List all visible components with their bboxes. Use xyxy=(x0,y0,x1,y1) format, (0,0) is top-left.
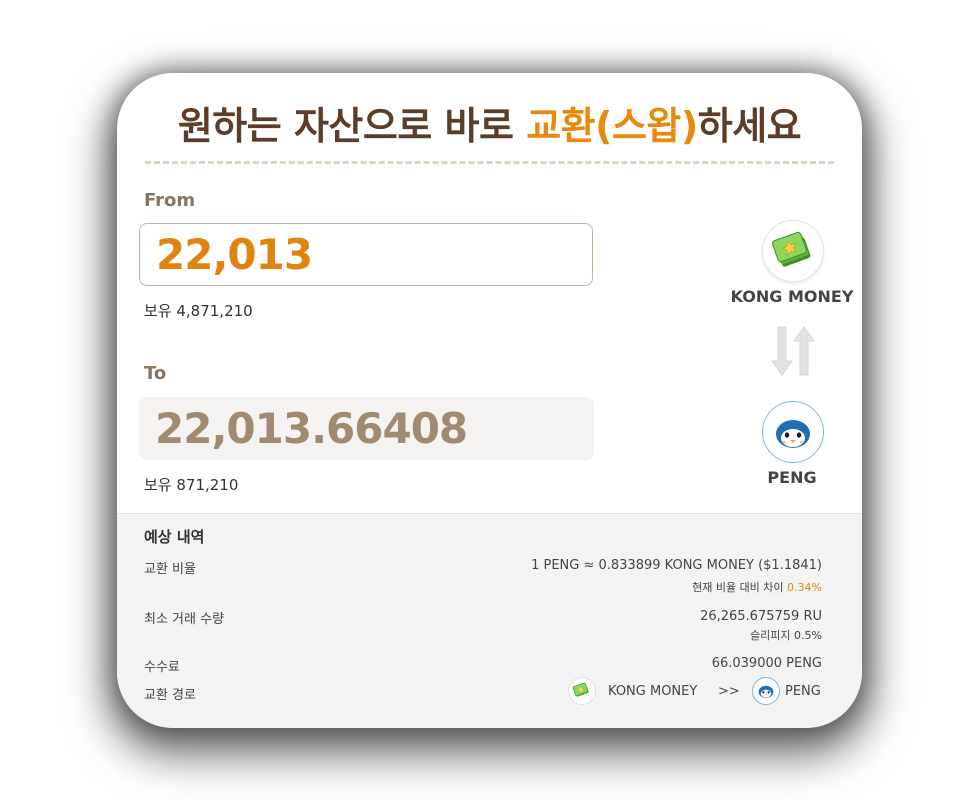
money-stack-icon xyxy=(771,231,811,267)
route-to-icon xyxy=(752,677,780,705)
route-from-name: KONG MONEY xyxy=(608,684,698,699)
route-label: 교환 경로 xyxy=(144,688,196,703)
from-token-name: KONG MONEY xyxy=(730,287,854,306)
penguin-icon xyxy=(758,685,774,698)
route-separator: >> xyxy=(718,684,740,699)
penguin-icon xyxy=(776,420,810,448)
rate-diff: 현재 비율 대비 차이 0.34% xyxy=(692,579,822,595)
to-amount-value: 22,013.66408 xyxy=(155,404,468,453)
route-from-icon xyxy=(568,677,596,705)
estimate-summary: 예상 내역 교환 비율 1 PENG ≈ 0.833899 KONG MONEY… xyxy=(117,513,862,728)
to-label: To xyxy=(144,363,167,384)
from-balance: 보유 4,871,210 xyxy=(144,302,253,320)
route-to-name: PENG xyxy=(785,684,821,699)
rate-diff-label: 현재 비율 대비 차이 xyxy=(692,581,788,594)
to-token-button[interactable] xyxy=(762,401,824,463)
rate-diff-pct: 0.34% xyxy=(787,581,822,594)
from-label: From xyxy=(144,190,196,211)
from-amount-value: 22,013 xyxy=(156,230,313,279)
money-stack-icon xyxy=(572,682,589,697)
to-amount-field: 22,013.66408 xyxy=(139,397,594,460)
slippage-value: 슬리피지 0.5% xyxy=(750,629,822,642)
min-amount-value: 26,265.675759 RU xyxy=(700,609,822,624)
to-balance: 보유 871,210 xyxy=(144,476,239,494)
title-accent: 교환(스왑) xyxy=(526,104,698,148)
fee-value: 66.039000 PENG xyxy=(711,656,822,671)
to-token-name: PENG xyxy=(767,468,817,487)
page-title: 원하는 자산으로 바로 교환(스왑)하세요 xyxy=(117,95,862,150)
swap-card: 원하는 자산으로 바로 교환(스왑)하세요 From 22,013 보유 4,8… xyxy=(117,73,862,728)
swap-arrows-icon[interactable] xyxy=(770,325,816,377)
fee-label: 수수료 xyxy=(144,660,180,675)
dashed-divider xyxy=(145,161,834,164)
from-amount-input[interactable]: 22,013 xyxy=(139,223,593,286)
rate-label: 교환 비율 xyxy=(144,562,196,577)
min-amount-label: 최소 거래 수량 xyxy=(144,612,225,627)
title-part1: 원하는 자산으로 바로 xyxy=(177,104,527,148)
from-token-button[interactable] xyxy=(762,220,824,282)
summary-title: 예상 내역 xyxy=(144,528,205,546)
title-part2: 하세요 xyxy=(697,104,802,148)
rate-value: 1 PENG ≈ 0.833899 KONG MONEY ($1.1841) xyxy=(531,558,822,573)
